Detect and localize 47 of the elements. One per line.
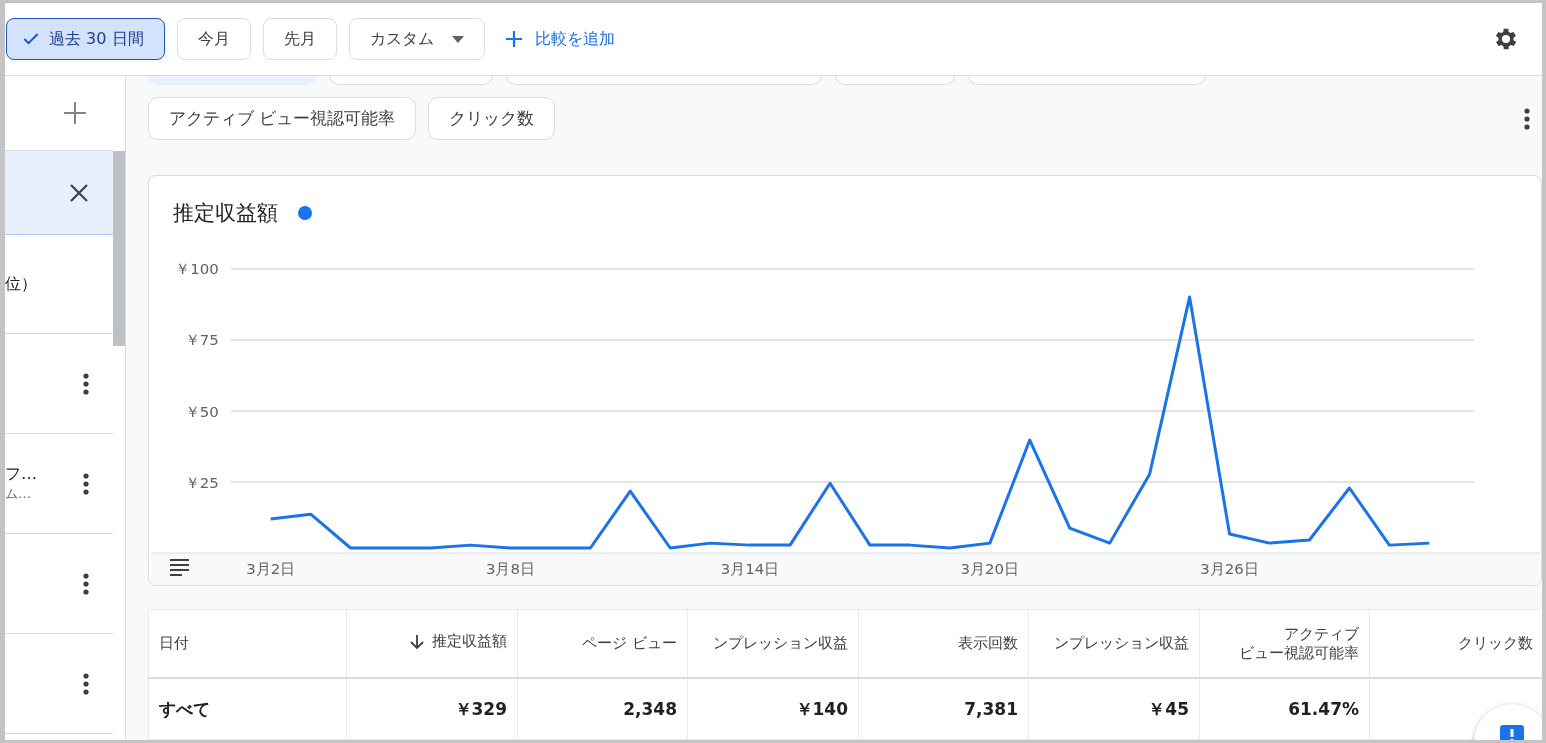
column-header[interactable]: クリック数: [1458, 634, 1533, 653]
more-icon[interactable]: [83, 672, 89, 695]
table-cell: 61.47%: [1288, 699, 1359, 719]
x-axis-label: 3月2日: [246, 560, 296, 579]
column-header[interactable]: ビュー視認可能率: [1239, 643, 1359, 663]
table-cell: ￥140: [795, 698, 848, 719]
add-icon[interactable]: [63, 101, 87, 125]
column-header[interactable]: 日付: [159, 634, 189, 653]
x-axis-label: 3月26日: [1200, 560, 1259, 579]
y-axis-label: ￥75: [184, 331, 219, 350]
column-header[interactable]: 推定収益額: [432, 632, 507, 652]
chart-title: 推定収益額: [173, 199, 278, 227]
date-range-chip[interactable]: カスタム: [348, 18, 485, 60]
add-comparison-link[interactable]: 比較を追加: [496, 28, 623, 50]
column-header[interactable]: アクティブ: [1284, 624, 1359, 644]
table-cell: 2,348: [623, 699, 677, 719]
table-cell: 7,381: [964, 699, 1018, 719]
table-cell: すべて: [159, 698, 210, 719]
date-range-chip[interactable]: 今月: [176, 18, 251, 60]
scrollbar[interactable]: [113, 151, 125, 346]
table-cell: ￥329: [454, 698, 507, 719]
date-range-chip[interactable]: 過去 30 日間: [6, 18, 165, 60]
item-title: 位）: [5, 273, 37, 295]
close-icon[interactable]: [69, 182, 89, 203]
y-axis-label: ￥25: [184, 473, 219, 492]
date-range-chip[interactable]: 先月: [262, 18, 337, 60]
table-toggle-icon[interactable]: [169, 559, 190, 577]
y-axis-label: ￥50: [184, 402, 219, 421]
x-axis-label: 3月8日: [485, 560, 535, 579]
more-icon[interactable]: [1524, 107, 1530, 130]
metric-chip[interactable]: アクティブ ビュー視認可能率: [148, 97, 417, 140]
more-icon[interactable]: [83, 472, 89, 495]
more-icon[interactable]: [83, 372, 89, 395]
item-title: フ…: [5, 464, 37, 485]
x-axis-label: 3月14日: [720, 560, 780, 579]
y-axis-label: ￥100: [175, 260, 219, 279]
sort-arrow-icon[interactable]: [410, 633, 424, 650]
column-header[interactable]: ページ ビュー: [582, 634, 677, 653]
table-cell: ￥45: [1148, 698, 1189, 719]
caret-icon: [451, 35, 464, 43]
plus-icon: [504, 30, 523, 48]
metric-chip[interactable]: クリック数: [428, 97, 556, 140]
sidebar-item[interactable]: フ… ム…: [5, 434, 113, 534]
x-axis-label: 3月20日: [960, 560, 1020, 579]
column-header[interactable]: 表示回数: [958, 634, 1018, 653]
more-icon[interactable]: [83, 572, 89, 595]
item-subtitle: ム…: [5, 485, 31, 503]
